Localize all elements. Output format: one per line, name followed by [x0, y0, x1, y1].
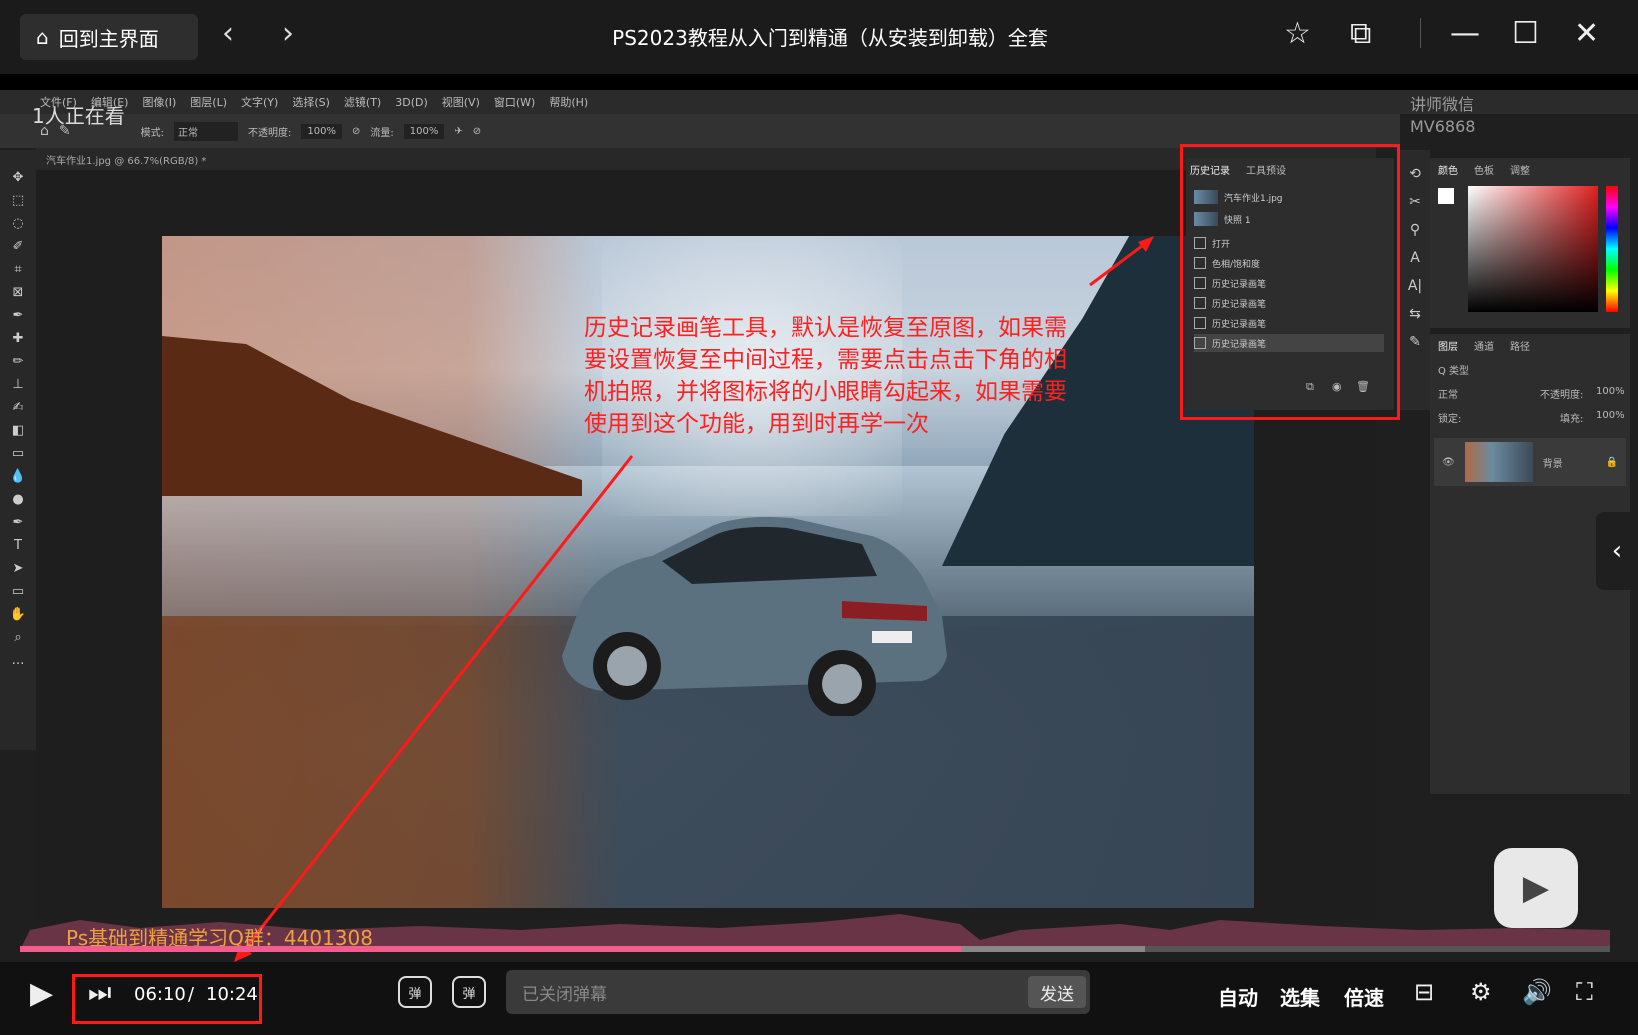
lock-label: 锁定: — [1438, 414, 1462, 425]
blend-mode: 正常 — [1438, 390, 1458, 401]
lock-icon: 🔒 — [1605, 456, 1618, 468]
tab-paths: 路径 — [1510, 342, 1530, 353]
danmaku-toggle-icon[interactable]: 弹 — [398, 976, 432, 1008]
subtitle-icon[interactable]: ⊟ — [1414, 978, 1434, 1006]
history-panel-highlight — [1180, 144, 1400, 420]
tools-icon: ✂ — [1409, 194, 1421, 210]
lecturer-id: MV6868 — [1410, 117, 1476, 136]
paragraph-icon: A| — [1407, 278, 1423, 294]
color-panel: 颜色 色板 调整 — [1430, 158, 1630, 328]
character-icon: A — [1410, 250, 1420, 266]
auto-quality-button[interactable]: 自动 — [1218, 982, 1258, 1011]
hue-slider — [1606, 186, 1618, 312]
time-highlight — [72, 974, 262, 1024]
episodes-button[interactable]: 选集 — [1280, 982, 1320, 1011]
fill-value: 100% — [1596, 410, 1625, 421]
progress-fill — [20, 946, 961, 952]
fullscreen-icon[interactable]: ⛶ — [1576, 978, 1593, 1006]
lecturer-label: 讲师微信 — [1410, 95, 1475, 114]
color-picker-field — [1468, 186, 1598, 312]
fill-label: 填充: — [1560, 414, 1584, 425]
eye-icon: 👁 — [1442, 456, 1455, 468]
tab-swatches: 色板 — [1474, 166, 1494, 177]
send-button[interactable]: 发送 — [1028, 976, 1086, 1008]
history-panel-icon: ⟲ — [1409, 166, 1421, 182]
side-panel-toggle[interactable]: ‹ — [1596, 512, 1638, 590]
danmaku-settings-icon[interactable]: 弹 — [452, 976, 486, 1008]
foreground-swatch — [1438, 188, 1454, 204]
progress-buffer — [961, 946, 1145, 952]
layer-opacity-label: 不透明度: — [1540, 390, 1584, 401]
speed-button[interactable]: 倍速 — [1344, 982, 1384, 1011]
brush-settings-icon: ✎ — [1409, 334, 1421, 350]
play-icon[interactable]: ▶ — [30, 976, 53, 1011]
tab-layers: 图层 — [1438, 342, 1458, 353]
tab-adjustments: 调整 — [1510, 166, 1530, 177]
layer-thumbnail — [1464, 442, 1533, 482]
chevron-left-icon: ‹ — [1611, 536, 1623, 566]
layer-row: 👁 背景 🔒 — [1434, 438, 1626, 486]
ps-panel-strip: ⟲ ✂ ⚲ A A| ⇆ ✎ — [1400, 150, 1430, 410]
tab-color: 颜色 — [1438, 166, 1458, 177]
tab-channels: 通道 — [1474, 342, 1494, 353]
gear-icon[interactable]: ⚙ — [1470, 978, 1492, 1006]
adjust-icon: ⇆ — [1409, 306, 1421, 322]
lecturer-wechat: 讲师微信 MV6868 — [1410, 94, 1475, 138]
layer-kind-filter: Q 类型 — [1438, 366, 1470, 377]
volume-icon[interactable]: 🔊 — [1522, 978, 1552, 1006]
person-icon: ⚲ — [1409, 222, 1421, 238]
layer-opacity-value: 100% — [1596, 386, 1625, 397]
danmaku-input[interactable]: 已关闭弹幕 — [506, 970, 1090, 1014]
layer-name: 背景 — [1542, 458, 1563, 470]
viewer-count: 1人正在看 — [32, 104, 125, 128]
